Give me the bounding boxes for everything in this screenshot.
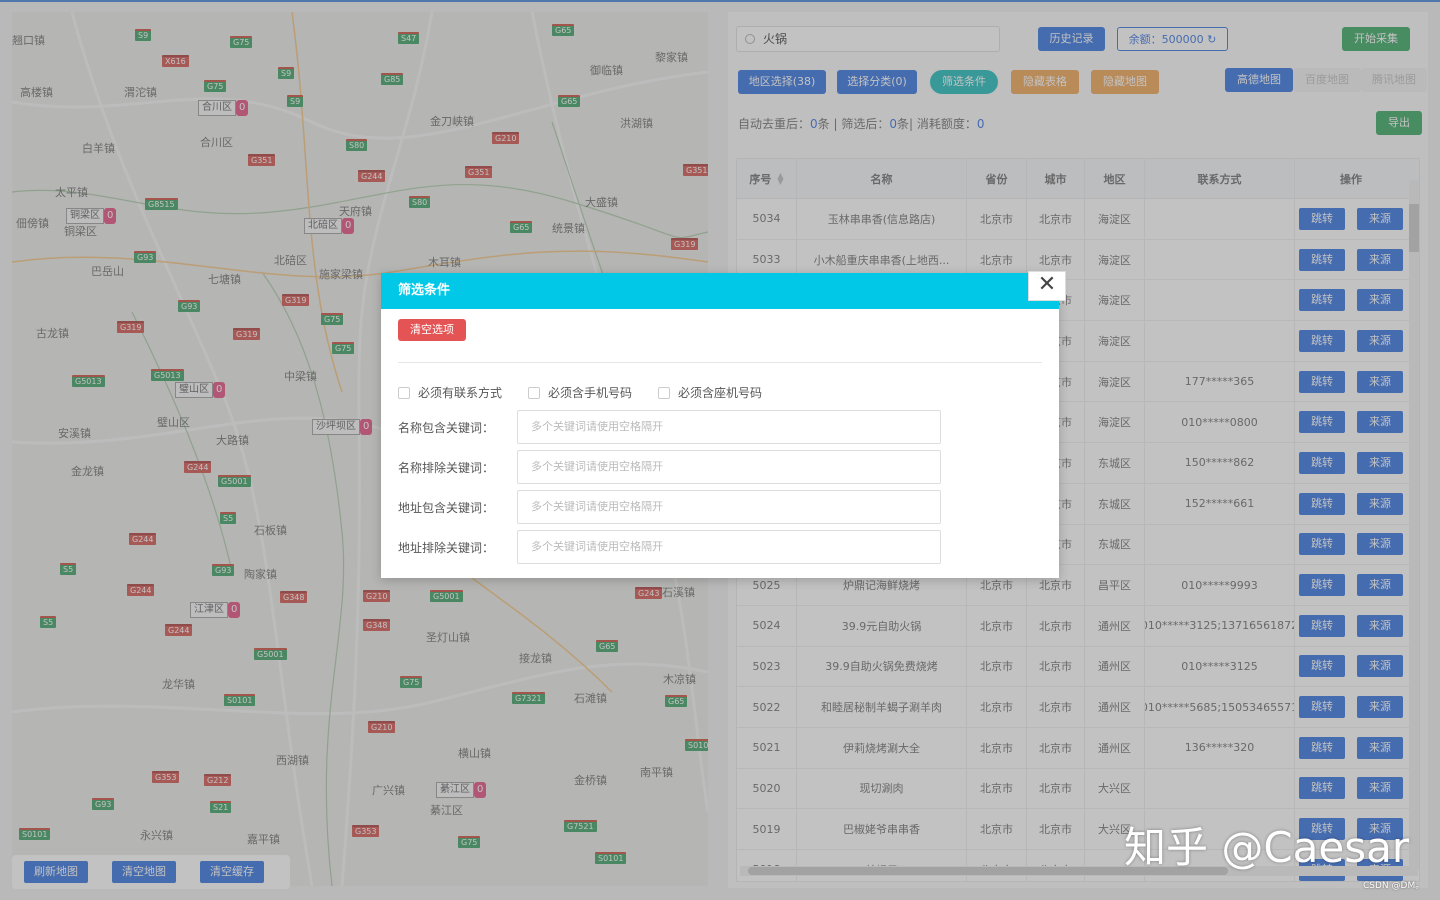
field-label: 名称排除关键词： <box>398 460 495 475</box>
checkbox-label: 必须有联系方式 <box>418 386 503 400</box>
filter-checkboxes: 必须有联系方式 必须含手机号码 必须含座机号码 <box>398 384 762 401</box>
name-include-field: 名称包含关键词： 多个关键词请使用空格隔开 <box>398 410 941 444</box>
field-label: 地址包含关键词： <box>398 500 495 515</box>
field-label: 名称包含关键词： <box>398 420 495 435</box>
checkbox-box[interactable] <box>528 386 541 399</box>
field-label: 地址排除关键词： <box>398 540 495 555</box>
address-exclude-field: 地址排除关键词： 多个关键词请使用空格隔开 <box>398 530 941 564</box>
checkbox-label: 必须含手机号码 <box>548 386 633 400</box>
csdn-watermark: CSDN @DM。 <box>1363 881 1425 891</box>
clear-options-button[interactable]: 清空选项 <box>398 319 466 341</box>
checkbox-box[interactable] <box>658 386 671 399</box>
checkbox-box[interactable] <box>398 386 410 399</box>
close-icon[interactable]: ✕ <box>1028 271 1066 301</box>
name-include-input[interactable]: 多个关键词请使用空格隔开 <box>517 410 941 444</box>
require-contact-checkbox[interactable]: 必须有联系方式 <box>398 384 502 401</box>
address-include-input[interactable]: 多个关键词请使用空格隔开 <box>517 490 941 524</box>
name-exclude-field: 名称排除关键词： 多个关键词请使用空格隔开 <box>398 450 941 484</box>
dialog-title: 筛选条件 <box>381 273 1059 309</box>
zhihu-watermark: 知乎 @Caesar <box>1124 823 1410 872</box>
address-exclude-input[interactable]: 多个关键词请使用空格隔开 <box>517 530 941 564</box>
filter-dialog: 筛选条件 ✕ 清空选项 必须有联系方式 必须含手机号码 必须含座机号码 名称包含… <box>381 271 1066 578</box>
name-exclude-input[interactable]: 多个关键词请使用空格隔开 <box>517 450 941 484</box>
require-landline-checkbox[interactable]: 必须含座机号码 <box>658 384 762 401</box>
require-mobile-checkbox[interactable]: 必须含手机号码 <box>528 384 632 401</box>
checkbox-label: 必须含座机号码 <box>678 386 763 400</box>
divider <box>398 362 1042 363</box>
address-include-field: 地址包含关键词： 多个关键词请使用空格隔开 <box>398 490 941 524</box>
